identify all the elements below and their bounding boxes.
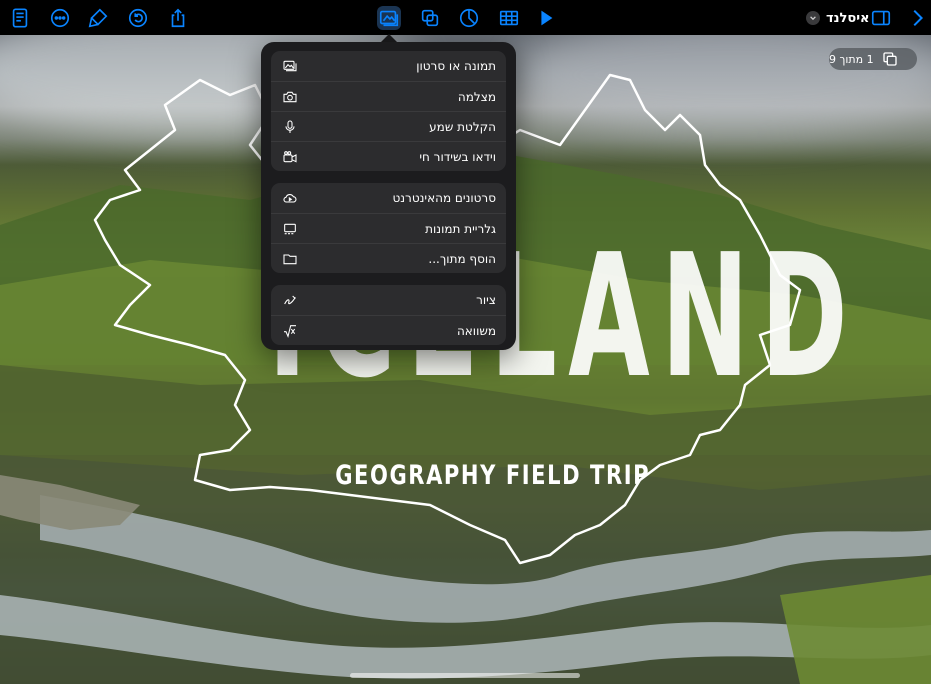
menu-item-camera[interactable]: מצלמה	[271, 81, 506, 111]
menu-group-sources: סרטונים מהאינטרנט גלריית תמונות הוסף מתו…	[271, 183, 506, 273]
menu-item-label: מצלמה	[457, 89, 496, 104]
menu-item-drawing[interactable]: ציור	[271, 285, 506, 315]
home-indicator	[350, 673, 580, 678]
menu-item-web-video[interactable]: סרטונים מהאינטרנט	[271, 183, 506, 213]
menu-item-photo-or-video[interactable]: תמונה או סרטון	[271, 51, 506, 81]
menu-item-insert-from[interactable]: הוסף מתוך...	[271, 243, 506, 273]
folder-icon	[281, 250, 299, 268]
document-title-menu[interactable]: איסלנד	[806, 9, 870, 27]
menu-item-label: משוואה	[456, 323, 496, 338]
chevron-right-icon[interactable]	[905, 6, 929, 30]
menu-item-label: וידאו בשידור חי	[419, 149, 496, 164]
menu-group-drawing: ציור משוואה	[271, 285, 506, 345]
slide-counter[interactable]: 1 מתוך 9	[829, 48, 917, 70]
menu-item-label: סרטונים מהאינטרנט	[392, 191, 496, 205]
menu-item-record-audio[interactable]: הקלטת שמע	[271, 111, 506, 141]
slides-icon	[882, 52, 897, 66]
menu-item-label: הוסף מתוך...	[428, 251, 496, 266]
slide-counter-text: 1 מתוך 9	[829, 52, 874, 66]
camera-icon	[281, 88, 299, 106]
format-brush-icon[interactable]	[86, 6, 110, 30]
menu-item-label: הקלטת שמע	[429, 119, 496, 134]
menu-item-live-video[interactable]: וידאו בשידור חי	[271, 141, 506, 171]
live-video-icon	[281, 148, 299, 166]
share-icon[interactable]	[166, 6, 190, 30]
document-title: איסלנד	[826, 10, 870, 26]
more-icon[interactable]	[48, 6, 72, 30]
play-icon[interactable]	[534, 6, 558, 30]
menu-group-media: תמונה או סרטון מצלמה הקלטת שמע וידאו בשי…	[271, 51, 506, 171]
cloud-video-icon	[281, 189, 299, 207]
toolbar: איסלנד	[0, 0, 931, 35]
chart-icon[interactable]	[457, 6, 481, 30]
menu-item-image-gallery[interactable]: גלריית תמונות	[271, 213, 506, 243]
chevron-down-icon	[806, 11, 820, 25]
menu-item-label: ציור	[476, 293, 496, 307]
insert-menu: תמונה או סרטון מצלמה הקלטת שמע וידאו בשי…	[261, 42, 516, 350]
sidebar-icon[interactable]	[869, 6, 893, 30]
undo-icon[interactable]	[126, 6, 150, 30]
menu-item-equation[interactable]: משוואה	[271, 315, 506, 345]
document-icon[interactable]	[8, 6, 32, 30]
photo-icon	[281, 57, 299, 75]
menu-item-label: גלריית תמונות	[425, 221, 496, 236]
media-icon[interactable]	[377, 6, 401, 30]
image-gallery-icon	[281, 220, 299, 238]
menu-item-label: תמונה או סרטון	[416, 59, 496, 73]
slide-subtitle[interactable]: GEOGRAPHY FIELD TRIP	[335, 460, 648, 491]
equation-icon	[281, 322, 299, 340]
drawing-icon	[281, 291, 299, 309]
microphone-icon	[281, 118, 299, 136]
table-icon[interactable]	[497, 6, 521, 30]
shapes-icon[interactable]	[418, 6, 442, 30]
